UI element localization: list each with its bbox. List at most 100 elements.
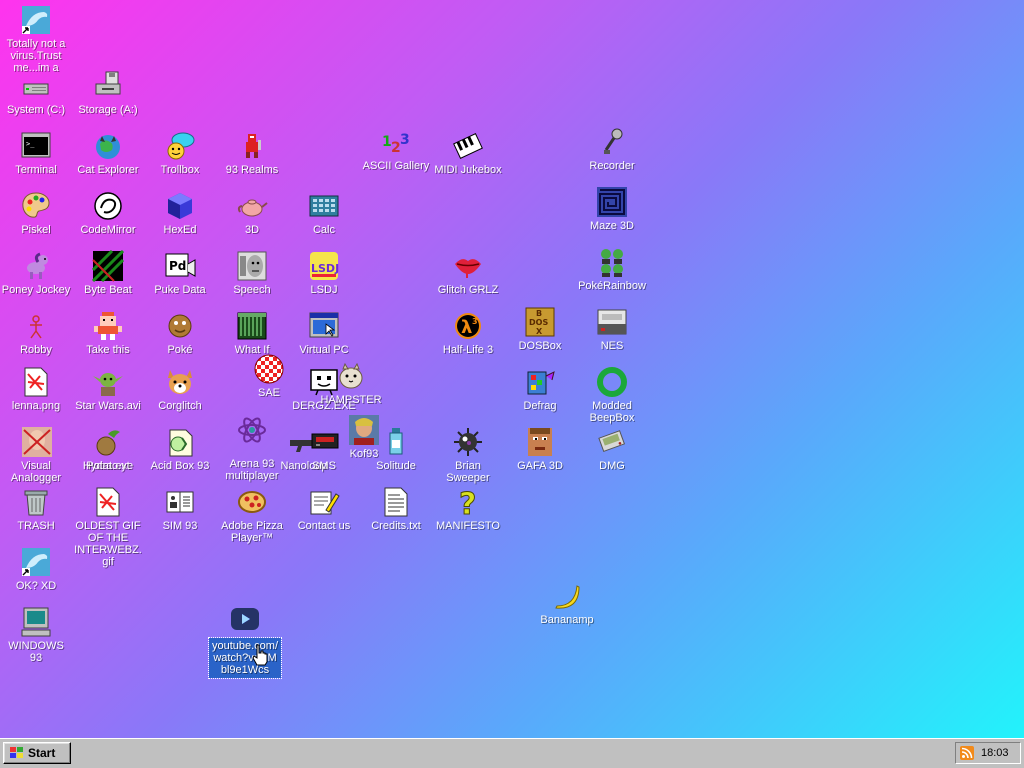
puke-data-icon: Pd [164,250,196,282]
icon-label: Calc [312,224,335,236]
svg-text:B: B [536,309,542,318]
icon-label: MANIFESTO [436,520,500,532]
desktop-icon-credits[interactable]: Credits.txt [360,486,432,532]
desktop-icon-terminal[interactable]: >_ Terminal [0,130,72,176]
desktop-icon-defrag[interactable]: Defrag [504,366,576,412]
desktop-icon-corglitch[interactable]: Corglitch [144,366,216,412]
desktop-icon-codemirror[interactable]: CodeMirror [72,190,144,236]
desktop-icon-windows-93[interactable]: WINDOWS 93 [0,606,72,664]
start-label: Start [28,746,56,760]
icon-label: Puke Data [154,284,206,296]
nes-icon [596,306,628,338]
gif-file-icon [92,486,124,518]
desktop-icon-oldest-gif[interactable]: OLDEST GIF OF THE INTERWEBZ.gif [72,486,144,568]
desktop-icon-pokerainbow[interactable]: PokéRainbow [576,246,648,292]
desktop-icon-bananamp[interactable]: Bananamp [531,580,603,626]
desktop-icon-poney-jockey[interactable]: Poney Jockey [0,250,72,296]
youtube-icon [229,604,261,636]
desktop-icon-glitch-grlz[interactable]: Glitch GRLZ [432,250,504,296]
speech-face-icon [236,250,268,282]
icon-label: SMS [312,460,336,472]
icon-label: Credits.txt [371,520,421,532]
desktop-icon-nes[interactable]: NES [576,306,648,352]
dosbox-icon: B DOS X [524,306,556,338]
desktop-icon-virtual-pc[interactable]: Virtual PC [288,310,360,356]
pizza-icon [236,486,268,518]
icon-label: 3D [244,224,260,236]
stick-figure-icon [20,310,52,342]
desktop-icon-adobe-pizza[interactable]: Adobe Pizza Player™ [216,486,288,544]
rss-feed-icon[interactable] [960,746,974,760]
svg-text:3: 3 [400,132,410,148]
desktop-icon-trollbox[interactable]: Trollbox [144,130,216,176]
desktop-icon-robby[interactable]: Robby [0,310,72,356]
desktop-icon-storage-a[interactable]: Storage (A:) [72,70,144,116]
desktop-icon-3d[interactable]: 3D [216,190,288,236]
desktop-icon-hampster[interactable]: HAMPSTER [315,360,387,406]
icon-label: TRASH [17,520,55,532]
icon-label: DOSBox [518,340,562,352]
icon-label: Bananamp [540,614,594,626]
desktop-icon-piskel[interactable]: Piskel [0,190,72,236]
icon-label: Piskel [21,224,51,236]
svg-text:LSDJ: LSDJ [311,262,339,275]
desktop-icon-ok-xd[interactable]: OK? XD [0,546,72,592]
desktop-icon-youtube-link[interactable]: youtube.com/watch?v=KMbl9e1Wcs [208,604,282,679]
icon-label: GAFA 3D [517,460,563,472]
pony-icon [20,250,52,282]
icon-label: Half-Life 3 [442,344,494,356]
desktop-icon-dmg[interactable]: DMG [576,426,648,472]
desktop-icon-solitude[interactable]: Solitude [360,426,432,472]
desktop-icon-byte-beat[interactable]: Byte Beat [72,250,144,296]
desktop-icon-acid-box[interactable]: Acid Box 93 [144,426,216,472]
desktop: Totally not a virus.Trust me...im a dolp… [0,0,1024,738]
icon-label: PokéRainbow [578,280,646,292]
icon-label: Brian Sweeper [446,460,490,484]
cat-globe-icon [92,130,124,162]
desktop-icon-speech[interactable]: Speech [216,250,288,296]
desktop-icon-93-realms[interactable]: 93 Realms [216,130,288,176]
icon-label: Totally not a virus.Trust me...im a dolp… [6,38,66,74]
icon-label: MIDI Jukebox [434,164,502,176]
desktop-icon-system-c[interactable]: System (C:) [0,70,72,116]
desktop-icon-manifesto[interactable]: ? MANIFESTO [432,486,504,533]
gameboy-icon [596,426,628,458]
bottle-icon [380,426,412,458]
svg-text:X: X [536,327,543,336]
icon-label: Take this [86,344,130,356]
desktop-icon-lsdj[interactable]: LSDJ LSDJ [288,250,360,296]
desktop-icon-brian-sweeper[interactable]: Brian Sweeper [432,426,504,484]
desktop-icon-potato[interactable]: Potato.yt [72,440,144,472]
desktop-icon-gafa-3d[interactable]: GAFA 3D [504,426,576,472]
mine-icon [452,426,484,458]
desktop-icon-puke-data[interactable]: Pd Puke Data [144,250,216,296]
palette-icon [20,190,52,222]
icon-label: Defrag [523,400,557,412]
desktop-icon-dolphin-virus[interactable]: Totally not a virus.Trust me...im a dolp… [0,4,72,74]
icon-label: WINDOWS 93 [8,640,64,664]
desktop-icon-modded-beepbox[interactable]: Modded BeepBox [576,366,648,424]
icon-label: Glitch GRLZ [437,284,499,296]
contact-icon [308,486,340,518]
desktop-icon-calc[interactable]: Calc [288,190,360,236]
desktop-icon-ascii-gallery[interactable]: 123 ASCII Gallery [360,126,432,172]
desktop-icon-half-life-3[interactable]: λ3 Half-Life 3 [432,310,504,356]
desktop-icon-hexed[interactable]: HexEd [144,190,216,236]
desktop-icon-midi-jukebox[interactable]: MIDI Jukebox [432,130,504,176]
desktop-icon-take-this[interactable]: Take this [72,310,144,356]
desktop-icon-poke[interactable]: Poké [144,310,216,356]
amiga-ball-icon [253,353,285,385]
desktop-icon-trash[interactable]: TRASH [0,486,72,532]
start-button[interactable]: Start [3,742,71,764]
desktop-icon-star-wars[interactable]: Star Wars.avi [72,366,144,412]
desktop-icon-contact-us[interactable]: Contact us [288,486,360,532]
desktop-icon-cat-explorer[interactable]: Cat Explorer [72,130,144,176]
desktop-icon-lenna[interactable]: lenna.png [0,366,72,412]
desktop-icon-what-if[interactable]: What If [216,310,288,356]
desktop-icon-maze-3d[interactable]: Maze 3D [576,186,648,232]
hard-drive-icon [20,70,52,102]
desktop-icon-recorder[interactable]: Recorder [576,126,648,172]
icon-label: CodeMirror [80,224,136,236]
desktop-icon-dosbox[interactable]: B DOS X DOSBox [504,306,576,352]
desktop-icon-sim-93[interactable]: SIM 93 [144,486,216,532]
